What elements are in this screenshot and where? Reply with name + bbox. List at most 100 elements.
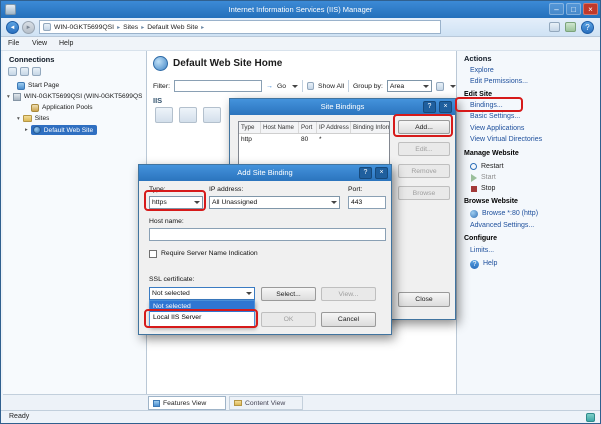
action-start[interactable]: Start: [481, 174, 496, 181]
menu-bar: File View Help: [1, 37, 600, 51]
column-header[interactable]: Host Name: [261, 122, 299, 133]
remove-button[interactable]: Remove: [398, 164, 450, 178]
go-icon[interactable]: →: [266, 83, 273, 90]
edit-button[interactable]: Edit...: [398, 142, 450, 156]
action-edit-permissions[interactable]: Edit Permissions...: [470, 78, 528, 85]
back-icon[interactable]: ◄: [6, 21, 19, 34]
ssl-option-not-selected[interactable]: Not selected: [150, 301, 254, 312]
connections-toolbar: [8, 67, 41, 76]
tab-features-view[interactable]: Features View: [148, 396, 226, 410]
feature-icon[interactable]: [179, 107, 197, 123]
tree-item-start-page[interactable]: Start Page: [3, 80, 147, 91]
cancel-button[interactable]: Cancel: [321, 312, 376, 327]
help-icon[interactable]: ?: [581, 21, 594, 34]
window-switch-icon[interactable]: [549, 22, 560, 32]
breadcrumb-default-web-site[interactable]: Default Web Site: [147, 24, 198, 31]
tree-item-application-pools[interactable]: Application Pools: [3, 102, 147, 113]
column-header[interactable]: Binding Informa...: [351, 122, 390, 133]
site-home-icon: [153, 56, 168, 71]
menu-view[interactable]: View: [32, 40, 47, 47]
go-caret-icon[interactable]: [292, 85, 298, 88]
action-advanced-settings[interactable]: Advanced Settings...: [470, 222, 534, 229]
ssl-certificate-select[interactable]: Not selected: [149, 287, 255, 300]
chevron-down-icon: [423, 85, 429, 88]
status-bar: Ready: [1, 410, 600, 423]
action-bindings[interactable]: Bindings...: [470, 102, 503, 109]
expand-icon[interactable]: ▾: [7, 94, 10, 100]
dialog-close-button[interactable]: ×: [375, 167, 388, 179]
action-view-applications[interactable]: View Applications: [470, 125, 524, 132]
tree-item-default-web-site[interactable]: ▸ Default Web Site: [3, 124, 147, 136]
type-select[interactable]: https: [149, 196, 203, 209]
action-limits[interactable]: Limits...: [470, 247, 494, 254]
view-button[interactable]: View...: [321, 287, 376, 301]
browse-button[interactable]: Browse: [398, 186, 450, 200]
ok-button[interactable]: OK: [261, 312, 316, 327]
status-text: Ready: [9, 413, 29, 420]
dialog-help-button[interactable]: ?: [423, 101, 436, 113]
show-all-button[interactable]: Show All: [318, 83, 344, 90]
column-header[interactable]: Port: [299, 122, 317, 133]
action-stop[interactable]: Stop: [481, 185, 495, 192]
menu-help[interactable]: Help: [59, 40, 73, 47]
filter-input[interactable]: [174, 80, 262, 92]
sni-checkbox[interactable]: [149, 250, 157, 258]
cell-binding-info: [351, 134, 390, 145]
host-name-input[interactable]: [149, 228, 386, 241]
actions-panel: Actions Explore Edit Permissions... Edit…: [456, 51, 600, 394]
feature-icon[interactable]: [155, 107, 173, 123]
column-header[interactable]: Type: [239, 122, 261, 133]
actions-header: Actions: [464, 54, 492, 63]
close-button[interactable]: Close: [398, 292, 450, 307]
select-button[interactable]: Select...: [261, 287, 316, 301]
action-browse-80[interactable]: Browse *:80 (http): [482, 210, 538, 217]
port-input[interactable]: [348, 196, 386, 209]
tree-item-label: WIN-0GKT5699QSI (WIN-0GKT5699QSI\Ad: [24, 93, 142, 100]
column-header[interactable]: IP Address: [317, 122, 351, 133]
add-button[interactable]: Add...: [398, 120, 450, 134]
tree-item-sites[interactable]: ▾ Sites: [3, 113, 147, 124]
action-basic-settings[interactable]: Basic Settings...: [470, 113, 520, 120]
close-button[interactable]: ×: [583, 3, 598, 15]
action-view-virtual-directories[interactable]: View Virtual Directories: [470, 136, 542, 143]
table-row[interactable]: http 80 *: [239, 134, 389, 145]
ssl-option-local-iis-server[interactable]: Local IIS Server: [150, 312, 254, 323]
go-button[interactable]: Go: [277, 83, 286, 90]
breadcrumb-sites[interactable]: Sites: [123, 24, 138, 31]
server-icon: [13, 93, 21, 101]
tree-item-server[interactable]: ▾ WIN-0GKT5699QSI (WIN-0GKT5699QSI\Ad: [3, 91, 147, 102]
expand-icon[interactable]: ▾: [17, 116, 20, 122]
content-view-icon: [234, 400, 242, 406]
save-connections-icon[interactable]: [8, 67, 17, 76]
maximize-button[interactable]: □: [566, 3, 581, 15]
group-by-select[interactable]: Area: [387, 80, 432, 92]
folder-icon: [23, 115, 32, 122]
forward-icon[interactable]: ►: [22, 21, 35, 34]
ip-address-select[interactable]: All Unassigned: [209, 196, 340, 209]
tree-item-label: Application Pools: [42, 104, 93, 111]
breadcrumb-server[interactable]: WIN-0GKT5699QSI: [54, 24, 114, 31]
action-restart[interactable]: Restart: [481, 163, 504, 170]
action-help[interactable]: Help: [483, 260, 497, 267]
minimize-button[interactable]: –: [549, 3, 564, 15]
dialog-help-button[interactable]: ?: [359, 167, 372, 179]
action-explore[interactable]: Explore: [470, 67, 494, 74]
bindings-table-header: Type Host Name Port IP Address Binding I…: [239, 122, 389, 134]
feedback-icon[interactable]: [565, 22, 576, 32]
view-style-icon[interactable]: [436, 82, 444, 91]
tab-content-view[interactable]: Content View: [229, 396, 303, 410]
expand-icon[interactable]: ▸: [25, 127, 28, 133]
features-view-icon: [153, 400, 160, 407]
sni-label: Require Server Name Indication: [161, 250, 258, 257]
refresh-icon[interactable]: [32, 67, 41, 76]
add-connection-icon[interactable]: [20, 67, 29, 76]
breadcrumb-separator-icon: ▸: [201, 24, 204, 31]
feature-icon[interactable]: [203, 107, 221, 123]
window-title: Internet Information Services (IIS) Mana…: [1, 5, 600, 14]
menu-file[interactable]: File: [8, 40, 19, 47]
breadcrumb[interactable]: WIN-0GKT5699QSI ▸ Sites ▸ Default Web Si…: [39, 20, 441, 34]
ip-address-label: IP address:: [209, 186, 243, 193]
tree-item-label: Default Web Site: [44, 127, 93, 134]
dialog-close-button[interactable]: ×: [439, 101, 452, 113]
start-page-icon: [17, 82, 25, 90]
